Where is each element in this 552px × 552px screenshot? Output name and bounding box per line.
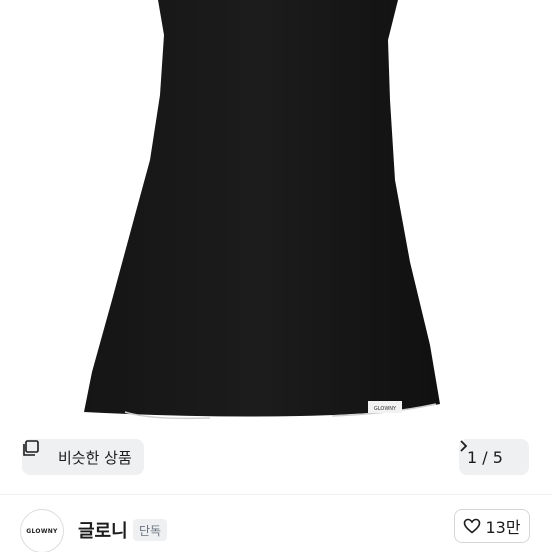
similar-items-button[interactable]: 비슷한 상품 <box>22 439 144 475</box>
similar-items-icon <box>23 440 52 466</box>
seller-avatar-text: GLOWNY <box>26 527 58 535</box>
dress-label-text: GLOWNY <box>374 406 397 412</box>
exclusive-badge: 단독 <box>133 519 168 541</box>
like-button[interactable]: 13만 <box>454 509 530 543</box>
like-count: 13만 <box>485 518 521 537</box>
seller-name[interactable]: 글로니 <box>78 517 128 543</box>
image-pager[interactable]: 1 / 5 <box>459 439 529 475</box>
product-image[interactable]: GLOWNY 비슷한 상품 1 / 5 <box>0 0 552 494</box>
chevron-right-icon <box>460 440 521 464</box>
heart-outline-icon <box>463 518 481 534</box>
black-dress-image: GLOWNY <box>84 0 440 420</box>
similar-items-label: 비슷한 상품 <box>58 448 132 467</box>
pager-text: 1 / 5 <box>467 447 503 467</box>
seller-avatar[interactable]: GLOWNY <box>20 509 64 552</box>
seller-bar: GLOWNY 글로니 단독 13만 <box>0 494 552 552</box>
